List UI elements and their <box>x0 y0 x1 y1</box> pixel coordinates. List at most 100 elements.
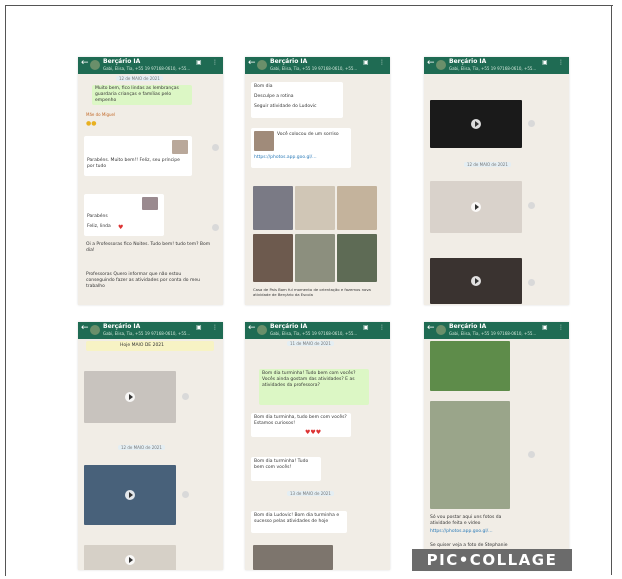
video-thumbnail[interactable] <box>430 181 522 233</box>
photo-thumbnail[interactable] <box>337 234 377 282</box>
group-avatar[interactable] <box>90 325 100 335</box>
photo-thumbnail[interactable] <box>337 186 377 230</box>
chat-body: 11 de MAIO de 2021 Bom dia turminha! Tud… <box>245 339 390 570</box>
chat-subtitle: Gabi, Elisa, Tia, +55 19 97168-0610, +55… <box>449 331 537 336</box>
chat-screenshot-2: ← Berçário IA Gabi, Elisa, Tia, +55 19 9… <box>245 57 390 305</box>
forward-icon[interactable] <box>528 202 535 209</box>
play-icon[interactable] <box>471 276 481 286</box>
heart-icon: ♥♥♥ <box>305 429 322 436</box>
forward-icon[interactable] <box>182 393 189 400</box>
menu-icon[interactable]: ⋮ <box>379 59 385 66</box>
chat-title[interactable]: Berçário IA <box>270 58 307 65</box>
link-text[interactable]: https://photos.app.goo.gl/… <box>430 529 493 535</box>
chat-body: Bom dia Desculpe a rotina Seguir ativida… <box>245 74 390 305</box>
group-avatar[interactable] <box>436 60 446 70</box>
forward-icon[interactable] <box>528 279 535 286</box>
video-call-icon[interactable]: ▣ <box>542 59 548 66</box>
back-arrow-icon[interactable]: ← <box>427 323 435 333</box>
chat-title[interactable]: Berçário IA <box>449 58 486 65</box>
menu-icon[interactable]: ⋮ <box>212 324 218 331</box>
chat-header: ← Berçário IA Gabi, Elisa, Tia, +55 19 9… <box>78 57 223 74</box>
message-text: Casa de Pais Bom fui momento de orientaç… <box>253 287 371 297</box>
chat-body: 12 de MAIO de 2021 Muito bem, fico linda… <box>78 74 223 305</box>
chat-header: ← Berçário IA Gabi, Elisa, Tia, +55 19 9… <box>78 322 223 339</box>
message-text: Bom dia <box>254 84 273 89</box>
video-call-icon[interactable]: ▣ <box>196 324 202 331</box>
back-arrow-icon[interactable]: ← <box>81 58 89 68</box>
chat-subtitle: Gabi, Elisa, Tia, +55 19 97168-0610, +55… <box>103 331 191 336</box>
group-avatar[interactable] <box>90 60 100 70</box>
chat-title[interactable]: Berçário IA <box>103 58 140 65</box>
forward-icon[interactable] <box>212 144 219 151</box>
photo-thumbnail[interactable] <box>142 197 158 210</box>
link-text[interactable]: https://photos.app.goo.gl/… <box>254 155 317 161</box>
back-arrow-icon[interactable]: ← <box>248 323 256 333</box>
forward-icon[interactable] <box>528 451 535 458</box>
video-call-icon[interactable]: ▣ <box>542 324 548 331</box>
message-bubble: Parabéns Feliz, linda <box>84 194 164 236</box>
message-text: Parabéns. Muito bem!! Feliz, seu príncip… <box>87 158 180 169</box>
video-call-icon[interactable]: ▣ <box>363 59 369 66</box>
menu-icon[interactable]: ⋮ <box>558 324 564 331</box>
message-text: Muito bem, fico lindas as lembranças gua… <box>95 86 179 103</box>
play-icon[interactable] <box>125 490 135 500</box>
chat-screenshot-6: ← Berçário IA Gabi, Elisa, Tia, +55 19 9… <box>424 322 569 570</box>
date-chip: 11 de MAIO de 2021 <box>287 341 334 346</box>
chat-subtitle: Gabi, Elisa, Tia, +55 19 97168-0610, +55… <box>270 66 358 71</box>
collage-frame-right <box>611 5 612 575</box>
menu-icon[interactable]: ⋮ <box>212 59 218 66</box>
play-icon[interactable] <box>471 202 481 212</box>
play-icon[interactable] <box>125 392 135 402</box>
photo-thumbnail[interactable] <box>172 140 188 154</box>
chat-header: ← Berçário IA Gabi, Elisa, Tia, +55 19 9… <box>245 57 390 74</box>
message-text: Desculpe a rotina <box>254 94 294 99</box>
forward-icon[interactable] <box>212 224 219 231</box>
video-thumbnail[interactable] <box>430 258 522 304</box>
group-avatar[interactable] <box>257 325 267 335</box>
menu-icon[interactable]: ⋮ <box>558 59 564 66</box>
chat-title[interactable]: Berçário IA <box>270 323 307 330</box>
photo-thumbnail[interactable] <box>430 341 510 391</box>
back-arrow-icon[interactable]: ← <box>81 323 89 333</box>
heart-icon: ♥ <box>118 224 124 231</box>
chat-title[interactable]: Berçário IA <box>449 323 486 330</box>
chat-title[interactable]: Berçário IA <box>103 323 140 330</box>
play-icon[interactable] <box>125 555 135 565</box>
video-thumbnail[interactable] <box>84 465 176 525</box>
message-text: Feliz, linda <box>87 224 111 229</box>
photo-thumbnail[interactable] <box>430 401 510 509</box>
message-bubble: Parabéns. Muito bem!! Feliz, seu príncip… <box>84 136 192 176</box>
photo-thumbnail[interactable] <box>253 186 293 230</box>
photo-thumbnail[interactable] <box>295 186 335 230</box>
message-bubble: Bom dia turminha! Tudo bem com vocês? Vo… <box>259 369 369 405</box>
message-text: Bom dia Ludovic! Bom dia turminha e suce… <box>254 513 340 524</box>
forward-icon[interactable] <box>182 491 189 498</box>
sender-name: Mãe do Miguel <box>86 112 116 117</box>
photo-thumbnail[interactable] <box>253 234 293 282</box>
chat-body: Hoje MAIO DE 2021 12 de MAIO de 2021 <box>78 339 223 570</box>
back-arrow-icon[interactable]: ← <box>248 58 256 68</box>
chat-header: ← Berçário IA Gabi, Elisa, Tia, +55 19 9… <box>424 57 569 74</box>
forward-icon[interactable] <box>528 120 535 127</box>
back-arrow-icon[interactable]: ← <box>427 58 435 68</box>
emoji-icon: ●● <box>86 120 97 127</box>
video-thumbnail[interactable] <box>84 371 176 423</box>
chat-body: Só vou postar aqui uns fotos da atividad… <box>424 339 569 570</box>
menu-icon[interactable]: ⋮ <box>379 324 385 331</box>
date-chip: 12 de MAIO de 2021 <box>464 162 511 167</box>
photo-thumbnail[interactable] <box>254 131 274 151</box>
system-banner: Hoje MAIO DE 2021 <box>86 341 214 351</box>
photo-thumbnail[interactable] <box>253 545 333 570</box>
video-call-icon[interactable]: ▣ <box>196 59 202 66</box>
date-chip: 12 de MAIO de 2021 <box>118 445 165 450</box>
message-text: Só vou postar aqui uns fotos da atividad… <box>430 515 502 526</box>
chat-screenshot-3: ← Berçário IA Gabi, Elisa, Tia, +55 19 9… <box>424 57 569 305</box>
video-thumbnail[interactable] <box>430 100 522 148</box>
video-thumbnail[interactable] <box>84 545 176 570</box>
message-bubble: Bom dia turminha, tudo bem com vocês? Es… <box>251 413 351 437</box>
play-icon[interactable] <box>471 119 481 129</box>
video-call-icon[interactable]: ▣ <box>363 324 369 331</box>
photo-thumbnail[interactable] <box>295 234 335 282</box>
group-avatar[interactable] <box>257 60 267 70</box>
group-avatar[interactable] <box>436 325 446 335</box>
